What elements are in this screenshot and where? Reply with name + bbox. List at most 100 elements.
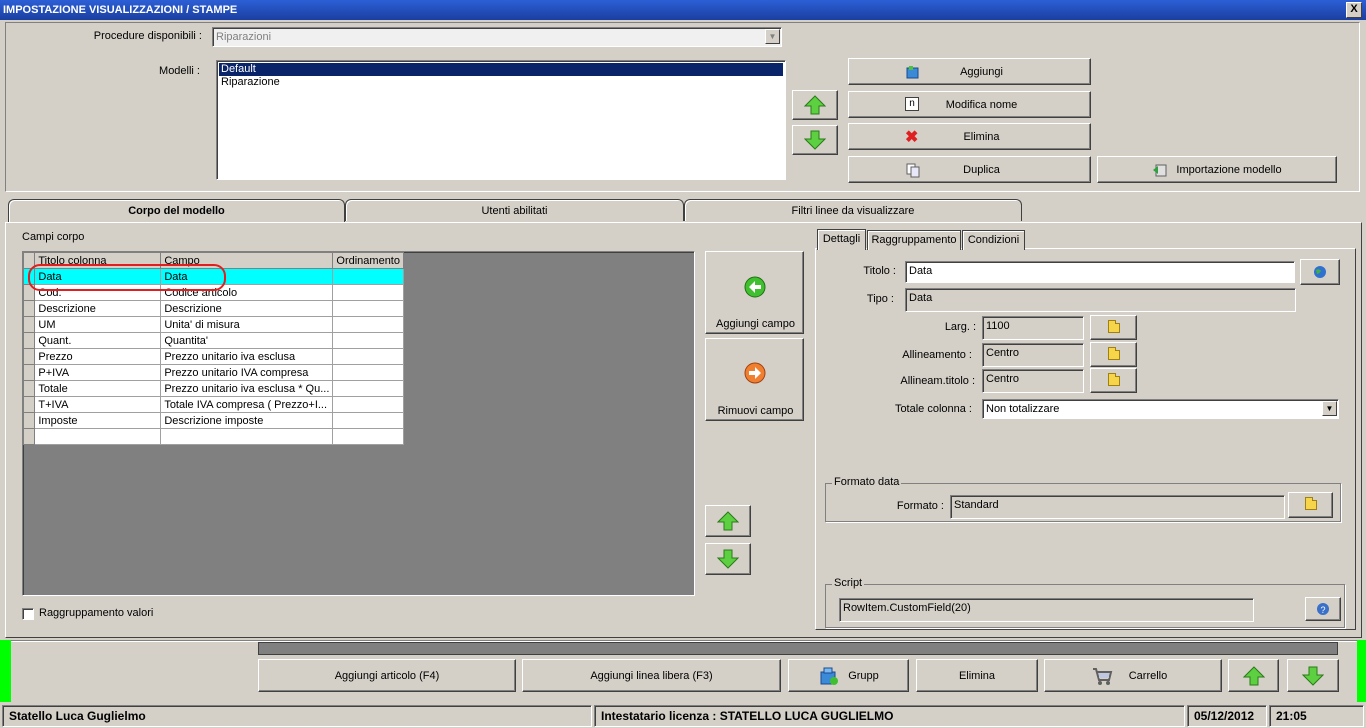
- table-row[interactable]: Descrizione Descrizione: [22, 300, 404, 317]
- move-up-model-button[interactable]: [792, 90, 838, 120]
- importazione-modello-button[interactable]: Importazione modello: [1097, 156, 1337, 183]
- gruppo-button[interactable]: Grupp: [788, 659, 909, 692]
- cell-campo[interactable]: Prezzo unitario iva esclusa: [160, 348, 334, 365]
- cell-campo[interactable]: Descrizione imposte: [160, 412, 334, 429]
- aggiungi-linea-libera-button[interactable]: Aggiungi linea libera (F3): [522, 659, 781, 692]
- totale-colonna-value: Non totalizzare: [986, 403, 1060, 415]
- chevron-down-icon[interactable]: ▼: [765, 29, 780, 44]
- cell-campo[interactable]: Unita' di misura: [160, 316, 334, 333]
- move-up-field-button[interactable]: [705, 505, 751, 537]
- cell-titolo[interactable]: Imposte: [34, 412, 162, 429]
- cell-ordinamento[interactable]: [332, 332, 404, 349]
- allineamento-folder-button[interactable]: [1090, 342, 1137, 367]
- script-help-button[interactable]: ?: [1305, 597, 1341, 621]
- rimuovi-campo-label: Rimuovi campo: [717, 405, 794, 417]
- cell-campo[interactable]: Descrizione: [160, 300, 334, 317]
- carrello-button[interactable]: Carrello: [1044, 659, 1222, 692]
- move-down-field-button[interactable]: [705, 543, 751, 575]
- elimina-model-button[interactable]: ✖ Elimina: [848, 123, 1091, 150]
- list-item-riparazione[interactable]: Riparazione: [219, 76, 783, 89]
- formato-folder-button[interactable]: [1288, 492, 1333, 518]
- tab-filtri-linee[interactable]: Filtri linee da visualizzare: [684, 199, 1022, 221]
- raggruppamento-valori-checkbox[interactable]: [22, 608, 34, 620]
- formato-label: Formato :: [896, 500, 944, 512]
- close-button[interactable]: X: [1346, 2, 1362, 18]
- cell-ordinamento[interactable]: [332, 316, 404, 333]
- cell-titolo[interactable]: Totale: [34, 380, 162, 397]
- move-up-bottom-button[interactable]: [1228, 659, 1279, 692]
- cell-campo[interactable]: Prezzo unitario iva esclusa * Qu...: [160, 380, 334, 397]
- allineamento-label: Allineamento :: [902, 349, 972, 361]
- titolo-input[interactable]: Data: [905, 261, 1295, 283]
- aggiungi-articolo-button[interactable]: Aggiungi articolo (F4): [258, 659, 516, 692]
- larg-field: 1100: [982, 316, 1084, 340]
- table-row[interactable]: P+IVA Prezzo unitario IVA compresa: [22, 364, 404, 381]
- campi-grid[interactable]: Titolo colonna Campo Ordinamento Data Dat…: [22, 251, 695, 596]
- aggiungi-button[interactable]: Aggiungi: [848, 58, 1091, 85]
- cell-campo[interactable]: Quantita': [160, 332, 334, 349]
- totale-colonna-dropdown[interactable]: Non totalizzare ▼: [982, 399, 1339, 419]
- table-row[interactable]: Prezzo Prezzo unitario iva esclusa: [22, 348, 404, 365]
- larg-folder-button[interactable]: [1090, 315, 1137, 340]
- table-row[interactable]: Imposte Descrizione imposte: [22, 412, 404, 429]
- row-header[interactable]: [22, 412, 36, 429]
- cell-titolo[interactable]: UM: [34, 316, 162, 333]
- aggiungi-campo-label: Aggiungi campo: [716, 318, 795, 330]
- duplica-label: Duplica: [963, 163, 1000, 176]
- tab-utenti-abilitati[interactable]: Utenti abilitati: [345, 199, 684, 221]
- table-row[interactable]: T+IVA Totale IVA compresa ( Prezzo+I...: [22, 396, 404, 413]
- cell-titolo[interactable]: Descrizione: [34, 300, 162, 317]
- elimina-bottom-button[interactable]: Elimina: [916, 659, 1038, 692]
- tab-raggruppamento[interactable]: Raggruppamento: [867, 230, 961, 250]
- row-header[interactable]: [22, 428, 36, 445]
- globe-icon: [1314, 266, 1326, 278]
- rimuovi-campo-button[interactable]: Rimuovi campo: [705, 338, 804, 421]
- move-down-model-button[interactable]: [792, 125, 838, 155]
- modelli-list[interactable]: Default Riparazione: [216, 60, 786, 180]
- tab-condizioni[interactable]: Condizioni: [962, 230, 1025, 250]
- table-row[interactable]: [22, 428, 404, 445]
- list-item-default[interactable]: Default: [219, 63, 783, 76]
- row-header[interactable]: [22, 380, 36, 397]
- row-header[interactable]: [22, 300, 36, 317]
- cell-ordinamento[interactable]: [332, 396, 404, 413]
- row-header[interactable]: [22, 396, 36, 413]
- duplica-button[interactable]: Duplica: [848, 156, 1091, 183]
- table-row[interactable]: Quant. Quantita': [22, 332, 404, 349]
- row-header[interactable]: [22, 316, 36, 333]
- cell-titolo[interactable]: [34, 428, 162, 445]
- modifica-nome-button[interactable]: n Modifica nome: [848, 91, 1091, 118]
- table-row[interactable]: Totale Prezzo unitario iva esclusa * Qu..…: [22, 380, 404, 397]
- cell-ordinamento[interactable]: [332, 348, 404, 365]
- cell-ordinamento[interactable]: [332, 412, 404, 429]
- cell-titolo[interactable]: Quant.: [34, 332, 162, 349]
- cart-icon: [1093, 668, 1113, 685]
- cell-ordinamento[interactable]: [332, 428, 404, 445]
- allineam-titolo-folder-button[interactable]: [1090, 368, 1137, 393]
- column-header-ordinamento[interactable]: Ordinamento: [332, 252, 404, 269]
- aggiungi-campo-button[interactable]: Aggiungi campo: [705, 251, 804, 334]
- tab-corpo-modello[interactable]: Corpo del modello: [8, 199, 345, 223]
- cell-campo[interactable]: Totale IVA compresa ( Prezzo+I...: [160, 396, 334, 413]
- elimina-model-label: Elimina: [963, 130, 1000, 143]
- row-header[interactable]: [22, 348, 36, 365]
- cell-titolo[interactable]: T+IVA: [34, 396, 162, 413]
- titolo-globe-button[interactable]: [1300, 259, 1340, 285]
- cell-campo[interactable]: Prezzo unitario IVA compresa: [160, 364, 334, 381]
- cell-titolo[interactable]: P+IVA: [34, 364, 162, 381]
- cell-ordinamento[interactable]: [332, 300, 404, 317]
- cell-titolo[interactable]: Prezzo: [34, 348, 162, 365]
- procedure-dropdown[interactable]: Riparazioni ▼: [212, 27, 782, 47]
- cell-campo[interactable]: [160, 428, 334, 445]
- move-down-bottom-button[interactable]: [1287, 659, 1339, 692]
- totale-colonna-label: Totale colonna :: [894, 403, 972, 415]
- cell-ordinamento[interactable]: [332, 364, 404, 381]
- cell-ordinamento[interactable]: [332, 284, 404, 301]
- tab-dettagli[interactable]: Dettagli: [817, 229, 866, 250]
- cell-ordinamento[interactable]: [332, 380, 404, 397]
- row-header[interactable]: [22, 364, 36, 381]
- table-row[interactable]: UM Unita' di misura: [22, 316, 404, 333]
- chevron-down-icon[interactable]: ▼: [1322, 401, 1337, 416]
- row-header[interactable]: [22, 332, 36, 349]
- cell-ordinamento[interactable]: [332, 268, 404, 285]
